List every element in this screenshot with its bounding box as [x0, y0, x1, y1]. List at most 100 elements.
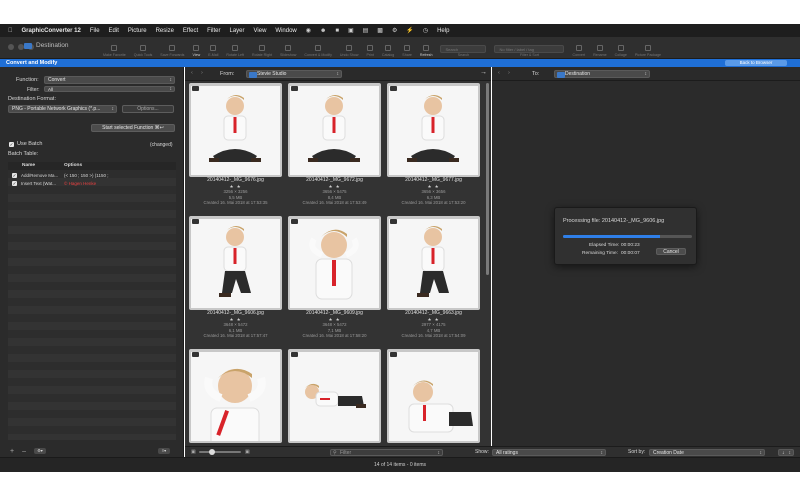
batch-footer: + – ⚙▾ ≡▾ — [0, 445, 184, 457]
toolbar-rotate-right[interactable]: Rotate Right — [249, 39, 275, 57]
batch-table[interactable]: Name Options ✓ Add/Remove Ma... (< 150 ;… — [8, 162, 176, 440]
user-icon[interactable]: ☻ — [320, 28, 326, 34]
person-icon[interactable]: ■ — [335, 28, 339, 34]
sort-by-select[interactable]: Creation Date — [649, 449, 765, 456]
sort-direction-select[interactable]: ↓ — [778, 449, 794, 456]
column-name[interactable]: Name — [22, 163, 35, 168]
function-select[interactable]: Convert — [44, 76, 175, 84]
globe-icon[interactable]: ◉ — [306, 27, 311, 34]
menu-layer[interactable]: Layer — [229, 28, 244, 34]
arrow-right-icon[interactable]: → — [480, 69, 487, 76]
thumbnail[interactable] — [288, 216, 381, 310]
scrollbar[interactable] — [486, 83, 489, 275]
forward-arrow-icon[interactable]: › — [201, 70, 203, 76]
thumbnail[interactable] — [387, 349, 480, 443]
toolbar-undo-show[interactable]: Undo Show — [337, 39, 362, 57]
batch-row[interactable]: ✓ Add/Remove Ma... (< 150 ; 150 >) (1150… — [8, 172, 176, 180]
filter-input[interactable]: No filter / label / tag — [494, 45, 565, 53]
menu-filter[interactable]: Filter — [207, 28, 220, 34]
start-function-button[interactable]: Start selected Function ⌘↩ — [91, 124, 175, 132]
remove-step-button[interactable]: – — [22, 448, 26, 455]
action-popup[interactable]: ⚙▾ — [34, 448, 46, 454]
camera-icon — [192, 352, 199, 357]
created-date: Created 16. Mai 2018 at 17:53:20 — [401, 200, 466, 205]
add-step-button[interactable]: + — [10, 448, 14, 455]
toolbar-catalog[interactable]: Catalog — [379, 39, 397, 57]
back-arrow-icon[interactable]: ‹ — [191, 70, 193, 76]
to-folder-select[interactable]: Destination — [554, 70, 650, 78]
menu-picture[interactable]: Picture — [128, 28, 147, 34]
camera-icon — [291, 86, 298, 91]
toolbar-email[interactable]: E-Mail — [205, 39, 221, 57]
calculator-icon[interactable]: ▤ — [363, 27, 369, 34]
close-window-button[interactable] — [8, 44, 14, 50]
thumbnail[interactable] — [189, 216, 282, 310]
toolbar-label: Rotate Right — [251, 53, 272, 57]
toolbar-rename[interactable]: Rename — [590, 39, 610, 57]
toolbar-view[interactable]: View — [189, 39, 203, 57]
slider-knob[interactable] — [209, 449, 215, 455]
thumbnail[interactable] — [189, 83, 282, 177]
forward-arrow-icon[interactable]: › — [508, 70, 510, 76]
menu-edit[interactable]: Edit — [109, 28, 119, 34]
batch-row[interactable]: ✓ Insert Text (Wat... © Hagen Henke — [8, 180, 176, 188]
gear-icon[interactable]: ⚙ — [392, 27, 397, 34]
window-title-text: Destination — [36, 42, 69, 49]
toolbar-refresh[interactable]: Refresh — [417, 39, 436, 57]
search-input[interactable]: Search — [440, 45, 487, 53]
thumbnail[interactable] — [387, 83, 480, 177]
from-folder-select[interactable]: Stevie Studio — [246, 70, 342, 78]
thumbnail[interactable] — [387, 216, 480, 310]
toolbar-picture-package[interactable]: Picture Package — [632, 39, 664, 57]
toolbar-convert-modify[interactable]: Convert & Modify — [301, 39, 335, 57]
menu-help[interactable]: Help — [437, 28, 449, 34]
thumbnail[interactable] — [288, 349, 381, 443]
view-options-popup[interactable]: ≡▾ — [158, 448, 170, 454]
browser-bottom-bar: ▣ ▣ ⚲ Filter Show: All ratings Sort by: … — [185, 446, 800, 457]
rename-icon — [596, 45, 603, 51]
destination-format-select[interactable]: PNG - Portable Network Graphics (*.p... — [8, 105, 117, 113]
calendar-icon[interactable]: ▩ — [377, 27, 383, 34]
clipboard-icon[interactable]: ▣ — [348, 27, 354, 34]
cancel-button[interactable]: Cancel — [656, 248, 686, 255]
use-batch-checkbox[interactable]: ✓ — [9, 142, 14, 147]
back-to-browser-button[interactable]: Back to Browser — [725, 60, 787, 66]
toolbar-convert[interactable]: Convert — [569, 39, 588, 57]
batch-row-checkbox[interactable]: ✓ — [12, 173, 17, 178]
browser-nav: ‹ › From: Stevie Studio → — [185, 67, 491, 81]
to-folder-name: Destination — [565, 71, 591, 77]
back-arrow-icon[interactable]: ‹ — [498, 70, 500, 76]
filter-field[interactable]: ⚲ Filter — [330, 449, 443, 456]
menu-effect[interactable]: Effect — [183, 28, 198, 34]
toolbar-collage[interactable]: Collage — [612, 39, 630, 57]
thumbnail[interactable] — [288, 83, 381, 177]
toolbar-make-favorite[interactable]: Make Favorite — [100, 39, 129, 57]
filter-select[interactable]: All — [44, 86, 175, 92]
folder-icon — [557, 72, 565, 78]
destination-format-label: Destination Format: — [8, 96, 56, 102]
menu-app-name[interactable]: GraphicConverter 12 — [22, 28, 81, 34]
toolbar-slideshow[interactable]: Slideshow — [277, 39, 299, 57]
thumbnail-meta: 20140412-_MG_9672.jpg ★ ★ 3656 × 5475 8,4 M… — [288, 177, 381, 206]
batch-row-checkbox[interactable]: ✓ — [12, 181, 17, 186]
thumbnail[interactable] — [189, 349, 282, 443]
toolbar-search[interactable]: Search Search — [437, 39, 489, 57]
column-options[interactable]: Options — [64, 163, 82, 168]
toolbar-filter-sort[interactable]: No filter / label / tag Filter & Sort — [491, 39, 567, 57]
toolbar-share[interactable]: Share — [399, 39, 415, 57]
photo-image — [389, 352, 478, 441]
menu-view[interactable]: View — [254, 28, 267, 34]
toolbar-quick-tools[interactable]: Quick Tools — [131, 39, 156, 57]
toolbar-rotate-left[interactable]: Rotate Left — [223, 39, 247, 57]
show-ratings-select[interactable]: All ratings — [492, 449, 606, 456]
options-button[interactable]: Options... — [122, 105, 174, 113]
clock-icon[interactable]: ◷ — [423, 27, 428, 34]
menu-file[interactable]: File — [90, 28, 100, 34]
menu-window[interactable]: Window — [275, 28, 296, 34]
menu-resize[interactable]: Resize — [156, 28, 174, 34]
thumbnail-size-slider[interactable] — [199, 449, 241, 455]
apple-icon[interactable]:  — [8, 28, 13, 34]
toolbar-print[interactable]: Print — [364, 39, 377, 57]
toolbar-save-forwards[interactable]: Save Forwards — [157, 39, 187, 57]
bolt-icon[interactable]: ⚡ — [406, 27, 413, 34]
